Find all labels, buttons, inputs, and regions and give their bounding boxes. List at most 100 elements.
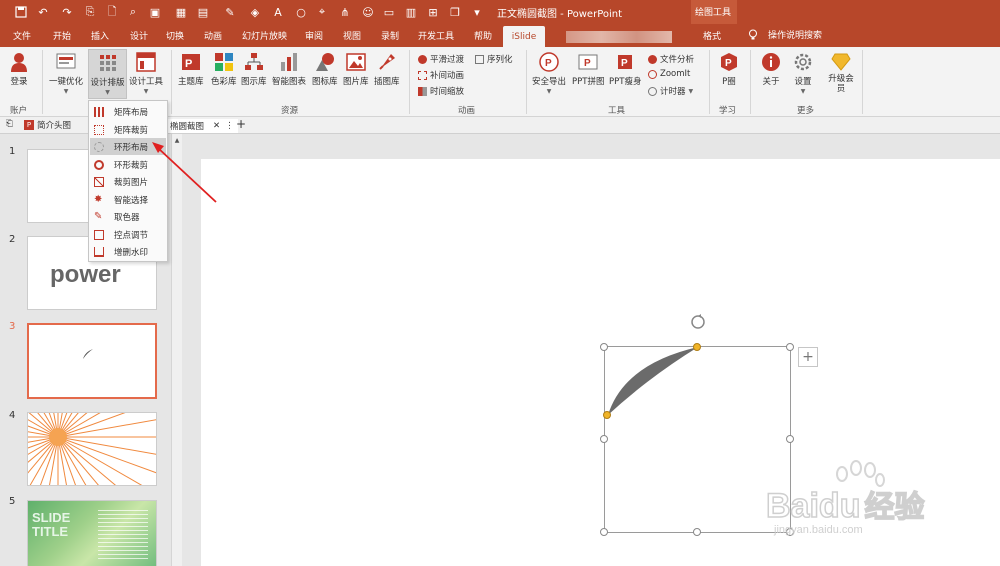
eyedropper-icon[interactable]: ✎ [221, 3, 239, 21]
arrange-icon[interactable]: ⊞ [424, 3, 442, 21]
file-analysis-button[interactable]: 文件分析 [648, 53, 694, 65]
icon-library-button[interactable]: 图标库 [312, 51, 338, 87]
tab-view[interactable]: 视图 [343, 29, 361, 42]
smooth-icon [418, 54, 427, 64]
picture-icon [345, 51, 367, 73]
copy-icon[interactable]: ❐ [446, 3, 464, 21]
tab-file[interactable]: 文件 [13, 29, 31, 42]
tab-insert[interactable]: 插入 [91, 29, 109, 42]
close-icon[interactable]: ✕ [213, 121, 220, 131]
upgrade-member-button[interactable]: 升级会员 [828, 51, 854, 95]
slide-number: 1 [9, 146, 16, 157]
tab-nav-icon[interactable]: ⎗ [6, 119, 13, 129]
svg-text:P: P [621, 58, 628, 69]
layers-icon[interactable]: ▥ [402, 3, 420, 21]
illustration-library-button[interactable]: 插图库 [374, 51, 400, 87]
resize-handle[interactable] [600, 528, 608, 536]
print-preview-icon[interactable]: ⌕ [124, 3, 142, 21]
settings-button[interactable]: 设置 ▼ [792, 51, 814, 95]
slide-number: 3 [9, 321, 16, 332]
tab-animations[interactable]: 动画 [204, 29, 222, 42]
theme-library-button[interactable]: P 主题库 [178, 51, 204, 87]
ppt-slim-button[interactable]: P PPT瘦身 [609, 51, 641, 87]
p-circle-button[interactable]: P P圈 [718, 51, 740, 87]
tab-transitions[interactable]: 切换 [166, 29, 184, 42]
redo-icon[interactable]: ↷ [58, 3, 76, 21]
group-divider [709, 50, 710, 114]
slide-thumbnail-5[interactable]: SLIDE TITLE [27, 500, 157, 566]
resize-handle[interactable] [600, 435, 608, 443]
tab-design[interactable]: 设计 [130, 29, 148, 42]
smart-chart-button[interactable]: 智能图表 [272, 51, 306, 87]
tab-record[interactable]: 录制 [381, 29, 399, 42]
customize-qat-icon[interactable]: ▾ [468, 3, 486, 21]
new-file-icon[interactable]: 🗋 [103, 3, 121, 21]
format-painter-icon[interactable]: ⎘ [81, 3, 99, 21]
timer-button[interactable]: 计时器 ▼ [648, 85, 693, 97]
watermark-logo: Baidu 经验 [765, 482, 925, 526]
tween-animation-button[interactable]: 补间动画 [418, 69, 464, 81]
layout-options-icon[interactable]: + [798, 347, 818, 367]
tab-review[interactable]: 审阅 [305, 29, 323, 42]
menu-item-matrix-crop[interactable]: 矩阵裁剪 [90, 121, 166, 138]
tab-format[interactable]: 格式 [703, 29, 721, 42]
doc-tab-intro[interactable]: P 简介头图 [24, 119, 71, 131]
target-icon[interactable]: ⌖ [313, 3, 331, 21]
safe-export-button[interactable]: P 安全导出 ▼ [532, 51, 566, 95]
resize-handle[interactable] [786, 435, 794, 443]
diagram-library-button[interactable]: 图示库 [241, 51, 267, 87]
tab-slideshow[interactable]: 幻灯片放映 [242, 29, 287, 42]
resize-handle[interactable] [693, 528, 701, 536]
one-click-optimize-button[interactable]: 一键优化 ▼ [49, 51, 83, 95]
smooth-transition-button[interactable]: 平滑过渡 [418, 53, 464, 65]
group-divider [42, 50, 43, 114]
menu-item-label: 环形裁剪 [114, 160, 149, 171]
doc-tab-ellipse[interactable]: 椭圆截图 ✕ ⋮ [166, 119, 238, 133]
about-button[interactable]: 关于 [760, 51, 782, 87]
safe-export-label: 安全导出 [532, 77, 567, 87]
resize-handle[interactable] [786, 343, 794, 351]
design-layout-button[interactable]: 设计排版 ▼ [88, 49, 127, 99]
add-tab-button[interactable]: + [236, 117, 246, 131]
brush-icon[interactable]: ⋔ [336, 3, 354, 21]
login-button[interactable]: 登录 [8, 51, 30, 87]
ppt-grid-button[interactable]: P PPT拼图 [572, 51, 604, 87]
image-icon[interactable]: ▣ [146, 3, 164, 21]
color-library-button[interactable]: 色彩库 [211, 51, 237, 87]
circular-layout-icon [94, 141, 104, 152]
slide-thumbnail-3[interactable] [27, 323, 157, 399]
one-click-label: 一键优化 [49, 77, 84, 87]
time-zoom-button[interactable]: 时间缩放 [418, 85, 464, 97]
resize-handle[interactable] [600, 343, 608, 351]
slide-thumbnail-4[interactable] [27, 412, 157, 486]
adjust-handle[interactable] [603, 411, 611, 419]
tab-home[interactable]: 开始 [53, 29, 71, 42]
font-color-icon[interactable]: A [269, 3, 287, 21]
grid-icon[interactable]: ▦ [172, 3, 190, 21]
tell-me-search[interactable]: 操作说明搜索 [748, 28, 822, 41]
sequence-button[interactable]: 序列化 [475, 53, 513, 65]
clipboard-icon[interactable]: ▭ [380, 3, 398, 21]
tab-help[interactable]: 帮助 [474, 29, 492, 42]
shape-fill-icon[interactable]: ◈ [246, 3, 264, 21]
image-library-button[interactable]: 图片库 [343, 51, 369, 87]
export-icon: P [538, 51, 560, 73]
menu-item-matrix-layout[interactable]: 矩阵布局 [90, 103, 166, 120]
adjust-handle[interactable] [693, 343, 701, 351]
menu-item-watermark[interactable]: 增删水印 [90, 243, 166, 260]
zoomit-button[interactable]: ZoomIt [648, 69, 690, 79]
menu-item-color-picker[interactable]: ✎ 取色器 [90, 208, 166, 225]
group-animation-label: 动画 [458, 106, 476, 116]
circle-shape-icon[interactable]: ○ [292, 3, 310, 21]
menu-item-handle-adjust[interactable]: 控点调节 [90, 226, 166, 243]
matrix-crop-icon [94, 124, 104, 135]
more-icon[interactable]: ⋮ [225, 121, 234, 131]
align-icon[interactable]: ▤ [194, 3, 212, 21]
tab-islide[interactable]: iSlide [503, 26, 545, 47]
design-tools-button[interactable]: 设计工具 ▼ [129, 51, 163, 95]
person-icon[interactable]: ☺ [359, 3, 377, 21]
puzzle-icon: P [577, 51, 599, 73]
save-icon[interactable] [12, 3, 30, 21]
undo-icon[interactable]: ↶ [34, 3, 52, 21]
tab-developer[interactable]: 开发工具 [418, 29, 454, 42]
